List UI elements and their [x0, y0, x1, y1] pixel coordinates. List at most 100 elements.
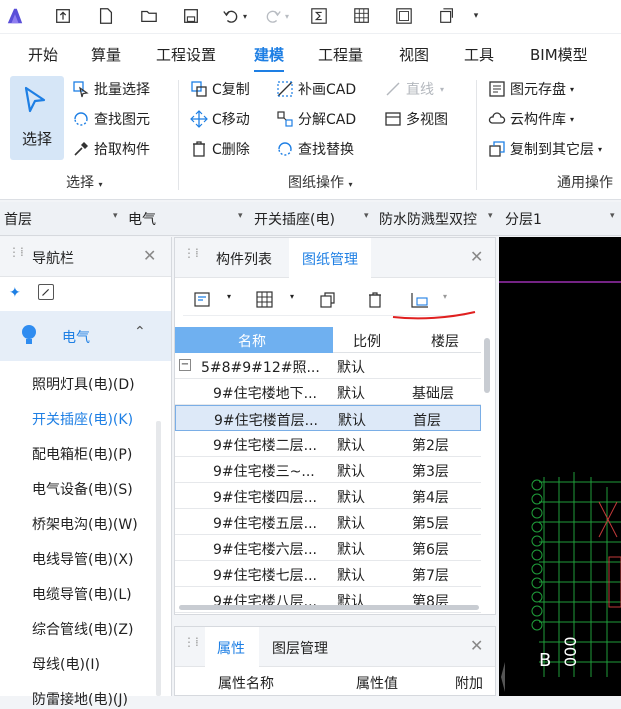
- floor-dropdown-icon[interactable]: ▾: [113, 211, 118, 221]
- copy-layout-icon[interactable]: [436, 6, 458, 26]
- redraw-cad-button[interactable]: 补画CAD: [276, 77, 356, 101]
- tab-drawing-management[interactable]: 图纸管理: [289, 238, 371, 278]
- ribbon: 选择 批量选择 查找图元 拾取构件 C复制 C移动 C删除 补画CAD 分解CA…: [0, 72, 621, 200]
- tab-view[interactable]: 视图: [399, 44, 429, 65]
- table-row[interactable]: 9#住宅楼三~... 默认 第3层: [175, 457, 481, 483]
- batch-select-button[interactable]: 批量选择: [72, 77, 150, 101]
- pick-component-button[interactable]: 拾取构件: [72, 137, 150, 161]
- copy-drawing-icon[interactable]: [318, 290, 338, 310]
- nav-item[interactable]: 桥架电沟(电)(W): [32, 514, 138, 534]
- nav-item[interactable]: 防雷接地(电)(J): [32, 689, 128, 709]
- collapse-icon[interactable]: −: [179, 359, 191, 371]
- explode-cad-button[interactable]: 分解CAD: [276, 107, 356, 131]
- table-row[interactable]: 9#住宅楼七层... 默认 第7层: [175, 561, 481, 587]
- nav-item[interactable]: 电线导管(电)(X): [32, 549, 133, 569]
- table-group-row[interactable]: − 5#8#9#12#照... 默认: [175, 353, 481, 379]
- group-drawing-ops[interactable]: 图纸操作 ▾: [288, 172, 352, 192]
- tab-modeling[interactable]: 建模: [254, 44, 285, 72]
- discipline-select[interactable]: 电气: [128, 209, 156, 229]
- layer-select[interactable]: 分层1: [505, 209, 542, 229]
- close-icon[interactable]: ✕: [470, 636, 483, 655]
- add-sparkle-icon[interactable]: ✦: [9, 285, 21, 301]
- lightbulb-icon: [22, 325, 36, 344]
- floor-match-dropdown-icon[interactable]: ▾: [443, 292, 447, 301]
- drawing-vscrollbar[interactable]: [484, 338, 490, 393]
- row-floor: 基础层: [412, 386, 454, 402]
- multi-view-button[interactable]: 多视图: [384, 107, 448, 131]
- nav-item[interactable]: 综合管线(电)(Z): [32, 619, 133, 639]
- c-copy-button[interactable]: C复制: [190, 77, 250, 101]
- save-icon[interactable]: [180, 6, 202, 26]
- copy-floor-icon: [488, 140, 506, 158]
- tab-component-list[interactable]: 构件列表: [216, 249, 272, 269]
- c-delete-button[interactable]: C删除: [190, 137, 250, 161]
- tab-quantity[interactable]: 算量: [91, 44, 121, 65]
- table-row[interactable]: 9#住宅楼五层... 默认 第5层: [175, 509, 481, 535]
- component-select[interactable]: 防水防溅型双控: [379, 209, 477, 229]
- floor-match-icon[interactable]: [409, 290, 431, 310]
- tab-bim-model[interactable]: BIM模型: [530, 44, 588, 65]
- tab-start[interactable]: 开始: [28, 44, 58, 65]
- nav-item[interactable]: 电气设备(电)(S): [32, 479, 133, 499]
- category-electric[interactable]: 电气 ⌃: [0, 311, 171, 361]
- type-select[interactable]: 开关插座(电): [254, 209, 335, 229]
- floor-select[interactable]: 首层: [4, 209, 32, 229]
- close-icon[interactable]: ✕: [143, 246, 156, 265]
- layer-dropdown-icon[interactable]: ▾: [610, 211, 615, 221]
- table-row[interactable]: 9#住宅楼首层... 默认 首层: [175, 405, 481, 431]
- column-header-scale[interactable]: 比例: [353, 331, 381, 351]
- undo-dropdown-icon[interactable]: ▾: [240, 6, 250, 26]
- split-dropdown-icon[interactable]: ▾: [290, 292, 294, 301]
- close-icon[interactable]: ✕: [470, 247, 483, 266]
- nav-item[interactable]: 开关插座(电)(K): [32, 409, 133, 429]
- table-row[interactable]: 9#住宅楼二层... 默认 第2层: [175, 431, 481, 457]
- delete-drawing-icon[interactable]: [365, 290, 385, 310]
- pin-icon[interactable]: ⋮⁞: [183, 246, 199, 260]
- tab-quantities[interactable]: 工程量: [318, 44, 363, 65]
- chevron-up-icon[interactable]: ⌃: [134, 324, 146, 340]
- group-select[interactable]: 选择 ▾: [66, 172, 102, 192]
- table-row[interactable]: 9#住宅楼地下... 默认 基础层: [175, 379, 481, 405]
- group-common-ops[interactable]: 通用操作: [557, 172, 613, 192]
- customize-dropdown-icon[interactable]: ▾: [470, 6, 482, 26]
- nav-item[interactable]: 母线(电)(I): [32, 654, 100, 674]
- table-icon[interactable]: [351, 6, 373, 26]
- copy-to-other-floor-button[interactable]: 复制到其它层 ▾: [488, 137, 602, 161]
- new-file-icon[interactable]: [95, 6, 117, 26]
- table-row[interactable]: 9#住宅楼六层... 默认 第6层: [175, 535, 481, 561]
- add-drawing-icon[interactable]: [193, 290, 213, 310]
- add-drawing-dropdown-icon[interactable]: ▾: [227, 292, 231, 301]
- table-row[interactable]: 9#住宅楼四层... 默认 第4层: [175, 483, 481, 509]
- component-dropdown-icon[interactable]: ▾: [488, 211, 493, 221]
- nav-item[interactable]: 电缆导管(电)(L): [32, 584, 132, 604]
- column-header-name[interactable]: 名称: [175, 327, 333, 353]
- sum-icon[interactable]: [308, 6, 330, 26]
- pin-icon[interactable]: ⋮⁞: [8, 245, 24, 259]
- edit-icon[interactable]: [38, 284, 54, 300]
- report-icon[interactable]: [393, 6, 415, 26]
- nav-scrollbar[interactable]: [156, 421, 161, 696]
- import-icon[interactable]: [52, 6, 74, 26]
- nav-item[interactable]: 配电箱柜(电)(P): [32, 444, 132, 464]
- tab-layer-management[interactable]: 图层管理: [272, 638, 328, 658]
- tab-tools[interactable]: 工具: [464, 44, 494, 65]
- open-folder-icon[interactable]: [138, 6, 160, 26]
- drawing-hscrollbar[interactable]: [179, 605, 479, 610]
- select-button[interactable]: 选择: [10, 76, 64, 160]
- type-dropdown-icon[interactable]: ▾: [364, 211, 369, 221]
- tab-project-settings[interactable]: 工程设置: [156, 44, 216, 65]
- cloud-library-button[interactable]: 云构件库 ▾: [488, 107, 574, 131]
- column-header-floor[interactable]: 楼层: [431, 331, 459, 351]
- pin-icon[interactable]: ⋮⁞: [183, 635, 199, 649]
- element-save-button[interactable]: 图元存盘 ▾: [488, 77, 574, 101]
- multi-view-icon: [384, 110, 402, 128]
- find-replace-button[interactable]: 查找替换: [276, 137, 354, 161]
- nav-item[interactable]: 照明灯具(电)(D): [32, 374, 135, 394]
- tab-properties[interactable]: 属性: [205, 627, 259, 667]
- c-move-button[interactable]: C移动: [190, 107, 250, 131]
- undo-icon[interactable]: [220, 6, 242, 26]
- split-drawing-icon[interactable]: [255, 290, 275, 310]
- discipline-dropdown-icon[interactable]: ▾: [238, 211, 243, 221]
- cad-canvas[interactable]: B 000: [499, 237, 621, 696]
- find-element-button[interactable]: 查找图元: [72, 107, 150, 131]
